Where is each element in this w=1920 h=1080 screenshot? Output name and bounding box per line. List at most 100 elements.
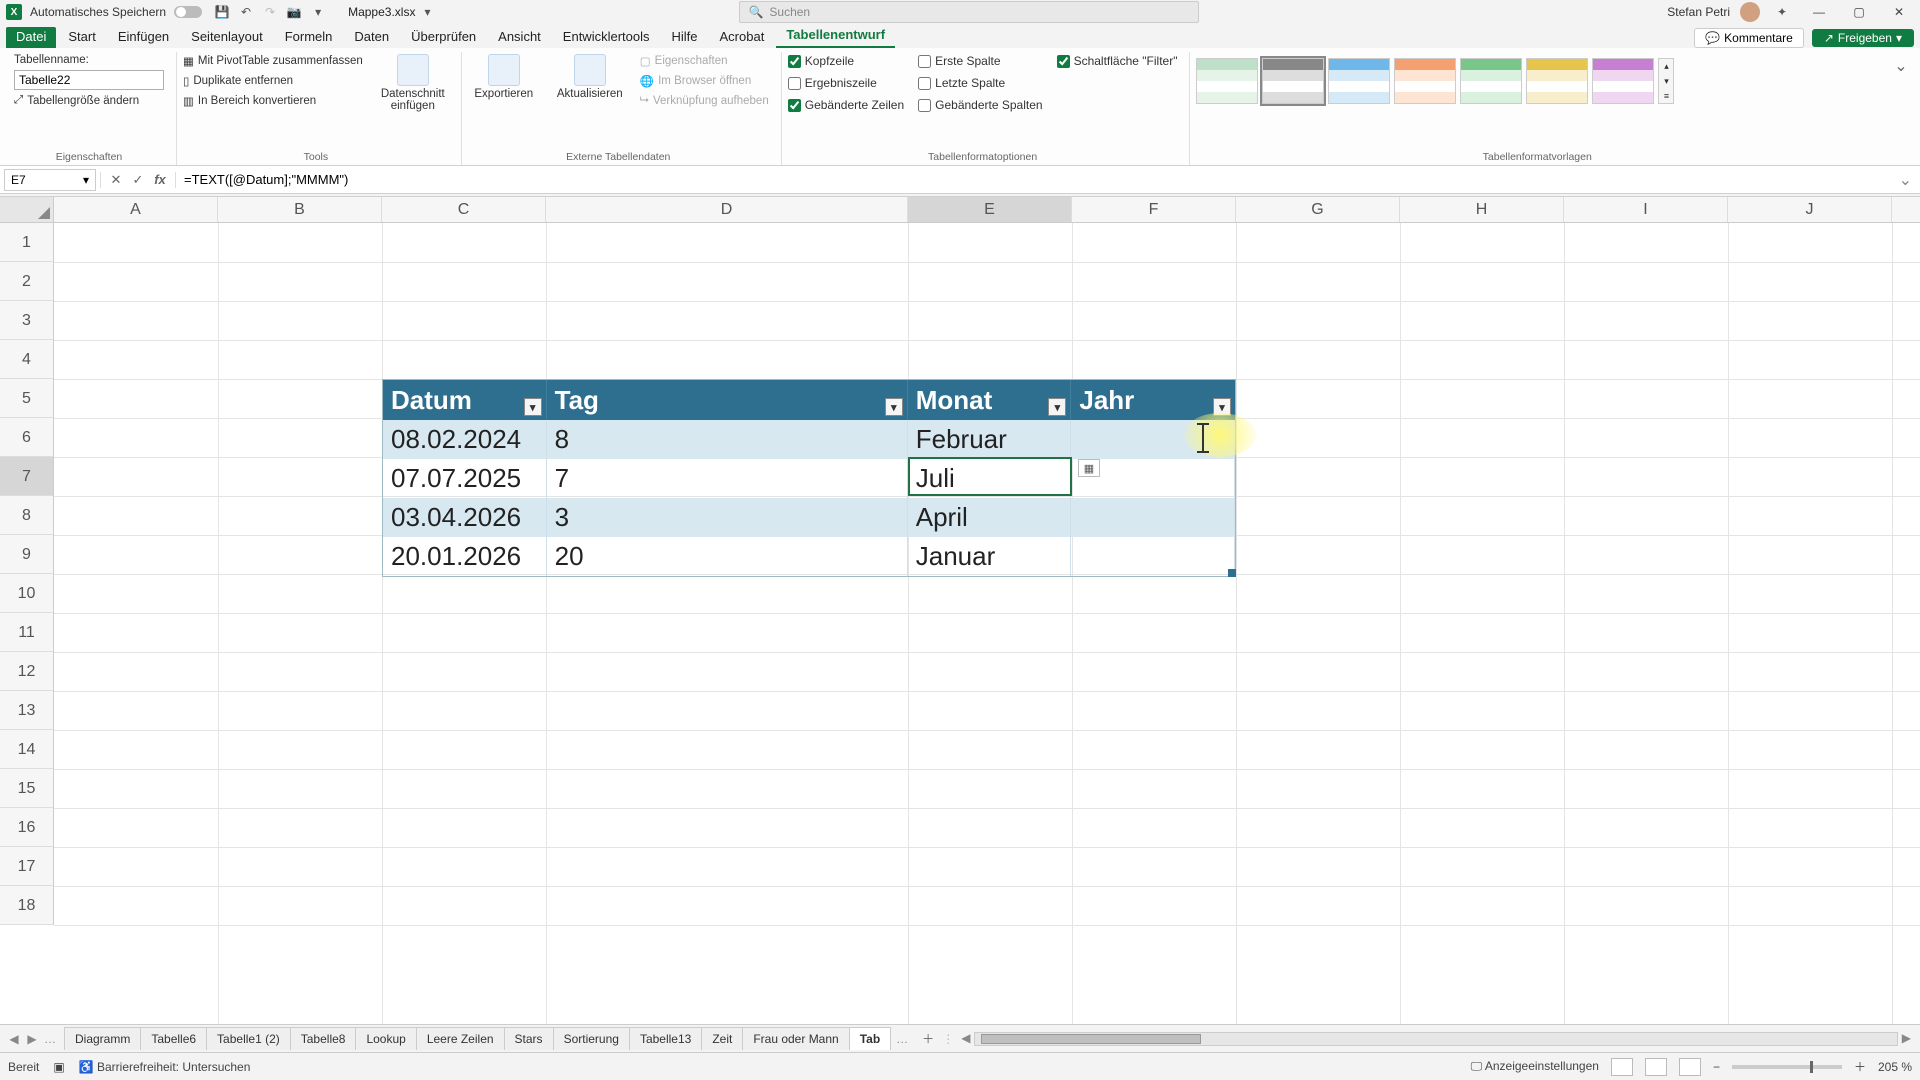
tab-einfuegen[interactable]: Einfügen bbox=[108, 27, 179, 48]
row-header[interactable]: 6 bbox=[0, 418, 53, 457]
comments-button[interactable]: 💬 Kommentare bbox=[1694, 28, 1804, 48]
table-row[interactable]: 03.04.2026 3 April bbox=[383, 498, 1235, 537]
title-dropdown-icon[interactable]: ▾ bbox=[419, 4, 435, 20]
cell[interactable]: 08.02.2024 bbox=[383, 420, 547, 459]
banded-rows-check[interactable]: Gebänderte Zeilen bbox=[788, 98, 904, 112]
tab-more-icon[interactable]: … bbox=[42, 1032, 58, 1046]
banded-cols-check[interactable]: Gebänderte Spalten bbox=[918, 98, 1042, 112]
sheet-tab[interactable]: Lookup bbox=[355, 1027, 416, 1050]
scroll-left-icon[interactable]: ◀ bbox=[961, 1031, 970, 1045]
row-header[interactable]: 7 bbox=[0, 457, 53, 496]
refresh-button[interactable]: Aktualisieren bbox=[554, 54, 626, 100]
table-header-jahr[interactable]: Jahr▾ bbox=[1071, 380, 1235, 420]
cancel-icon[interactable]: ✕ bbox=[107, 172, 125, 188]
col-header[interactable]: A bbox=[54, 197, 218, 222]
filter-icon[interactable]: ▾ bbox=[885, 398, 903, 416]
select-all-corner[interactable] bbox=[0, 197, 54, 223]
table-header-tag[interactable]: Tag▾ bbox=[547, 380, 908, 420]
cell[interactable]: 8 bbox=[547, 420, 908, 459]
tab-datei[interactable]: Datei bbox=[6, 27, 56, 48]
crown-icon[interactable]: ✦ bbox=[1774, 4, 1790, 20]
row-header[interactable]: 14 bbox=[0, 730, 53, 769]
tab-ansicht[interactable]: Ansicht bbox=[488, 27, 551, 48]
tab-tabellenentwurf[interactable]: Tabellenentwurf bbox=[776, 25, 895, 48]
col-header[interactable]: D bbox=[546, 197, 908, 222]
scrollbar-thumb[interactable] bbox=[981, 1034, 1201, 1044]
tab-seitenlayout[interactable]: Seitenlayout bbox=[181, 27, 273, 48]
view-page-break-button[interactable] bbox=[1679, 1058, 1701, 1076]
cell[interactable]: Juli bbox=[908, 459, 1072, 498]
style-thumb[interactable] bbox=[1526, 58, 1588, 104]
col-header[interactable]: E bbox=[908, 197, 1072, 222]
sheet-tab[interactable]: Tabelle1 (2) bbox=[206, 1027, 291, 1050]
cell[interactable] bbox=[1071, 537, 1235, 576]
sheet-tab[interactable]: Zeit bbox=[701, 1027, 743, 1050]
style-thumb[interactable] bbox=[1460, 58, 1522, 104]
row-header[interactable]: 1 bbox=[0, 223, 53, 262]
undo-icon[interactable]: ↶ bbox=[238, 4, 254, 20]
tab-formeln[interactable]: Formeln bbox=[275, 27, 343, 48]
username-label[interactable]: Stefan Petri bbox=[1667, 5, 1730, 19]
sheet-tab[interactable]: Tab bbox=[849, 1027, 891, 1050]
qat-more-icon[interactable]: ▾ bbox=[310, 4, 326, 20]
column-headers[interactable]: A B C D E F G H I J bbox=[54, 197, 1920, 223]
row-header[interactable]: 5 bbox=[0, 379, 53, 418]
formula-input[interactable] bbox=[176, 169, 1891, 191]
sheet-tab[interactable]: Tabelle6 bbox=[140, 1027, 207, 1050]
filter-icon[interactable]: ▾ bbox=[1213, 398, 1231, 416]
gallery-more-button[interactable]: ▴▾≡ bbox=[1658, 58, 1674, 104]
style-gallery[interactable]: ▴▾≡ bbox=[1196, 54, 1674, 104]
col-header[interactable]: C bbox=[382, 197, 546, 222]
row-header[interactable]: 2 bbox=[0, 262, 53, 301]
close-button[interactable]: ✕ bbox=[1884, 4, 1914, 20]
spreadsheet-grid[interactable]: A B C D E F G H I J 1 2 3 4 5 6 7 8 9 10… bbox=[0, 196, 1920, 1024]
cell[interactable]: 3 bbox=[547, 498, 908, 537]
save-icon[interactable]: 💾 bbox=[214, 4, 230, 20]
col-header[interactable]: B bbox=[218, 197, 382, 222]
cell[interactable]: Februar bbox=[908, 420, 1072, 459]
view-normal-button[interactable] bbox=[1611, 1058, 1633, 1076]
style-thumb[interactable] bbox=[1394, 58, 1456, 104]
cell[interactable]: 20.01.2026 bbox=[383, 537, 547, 576]
zoom-out-button[interactable]: − bbox=[1713, 1060, 1720, 1074]
resize-table-button[interactable]: ⤢ Tabellengröße ändern bbox=[14, 94, 164, 107]
total-row-check[interactable]: Ergebniszeile bbox=[788, 76, 904, 90]
document-title[interactable]: Mappe3.xlsx bbox=[348, 5, 415, 19]
filter-icon[interactable]: ▾ bbox=[524, 398, 542, 416]
cell[interactable]: 20 bbox=[547, 537, 908, 576]
col-header[interactable]: F bbox=[1072, 197, 1236, 222]
zoom-slider[interactable] bbox=[1732, 1065, 1842, 1069]
display-settings-button[interactable]: 🖵 Anzeigeeinstellungen bbox=[1471, 1059, 1599, 1074]
table-row[interactable]: 07.07.2025 7 Juli bbox=[383, 459, 1235, 498]
search-input[interactable]: 🔍 Suchen bbox=[739, 1, 1199, 23]
cell[interactable]: 03.04.2026 bbox=[383, 498, 547, 537]
cell[interactable]: 7 bbox=[547, 459, 908, 498]
scroll-right-icon[interactable]: ▶ bbox=[1902, 1031, 1911, 1045]
tab-entwicklertools[interactable]: Entwicklertools bbox=[553, 27, 660, 48]
col-header[interactable]: G bbox=[1236, 197, 1400, 222]
style-thumb[interactable] bbox=[1196, 58, 1258, 104]
formula-expand-icon[interactable]: ⌄ bbox=[1891, 170, 1920, 190]
redo-icon[interactable]: ↷ bbox=[262, 4, 278, 20]
cell[interactable]: April bbox=[908, 498, 1072, 537]
sheet-tab[interactable]: Tabelle13 bbox=[629, 1027, 702, 1050]
tab-next-icon[interactable]: ▶ bbox=[24, 1032, 40, 1046]
row-headers[interactable]: 1 2 3 4 5 6 7 8 9 10 11 12 13 14 15 16 1… bbox=[0, 223, 54, 925]
minimize-button[interactable]: — bbox=[1804, 4, 1834, 20]
tab-start[interactable]: Start bbox=[58, 27, 105, 48]
share-button[interactable]: ↗ Freigeben ▾ bbox=[1812, 29, 1914, 47]
table-name-input[interactable] bbox=[14, 70, 164, 90]
tab-acrobat[interactable]: Acrobat bbox=[710, 27, 775, 48]
cell[interactable] bbox=[1071, 420, 1235, 459]
style-thumb[interactable] bbox=[1328, 58, 1390, 104]
row-header[interactable]: 11 bbox=[0, 613, 53, 652]
row-header[interactable]: 17 bbox=[0, 847, 53, 886]
header-row-check[interactable]: Kopfzeile bbox=[788, 54, 904, 68]
table-row[interactable]: 20.01.2026 20 Januar bbox=[383, 537, 1235, 576]
maximize-button[interactable]: ▢ bbox=[1844, 4, 1874, 20]
cell[interactable] bbox=[1071, 498, 1235, 537]
col-header[interactable]: I bbox=[1564, 197, 1728, 222]
row-header[interactable]: 8 bbox=[0, 496, 53, 535]
fx-icon[interactable]: fx bbox=[151, 172, 169, 188]
filter-button-check[interactable]: Schaltfläche "Filter" bbox=[1057, 54, 1178, 68]
